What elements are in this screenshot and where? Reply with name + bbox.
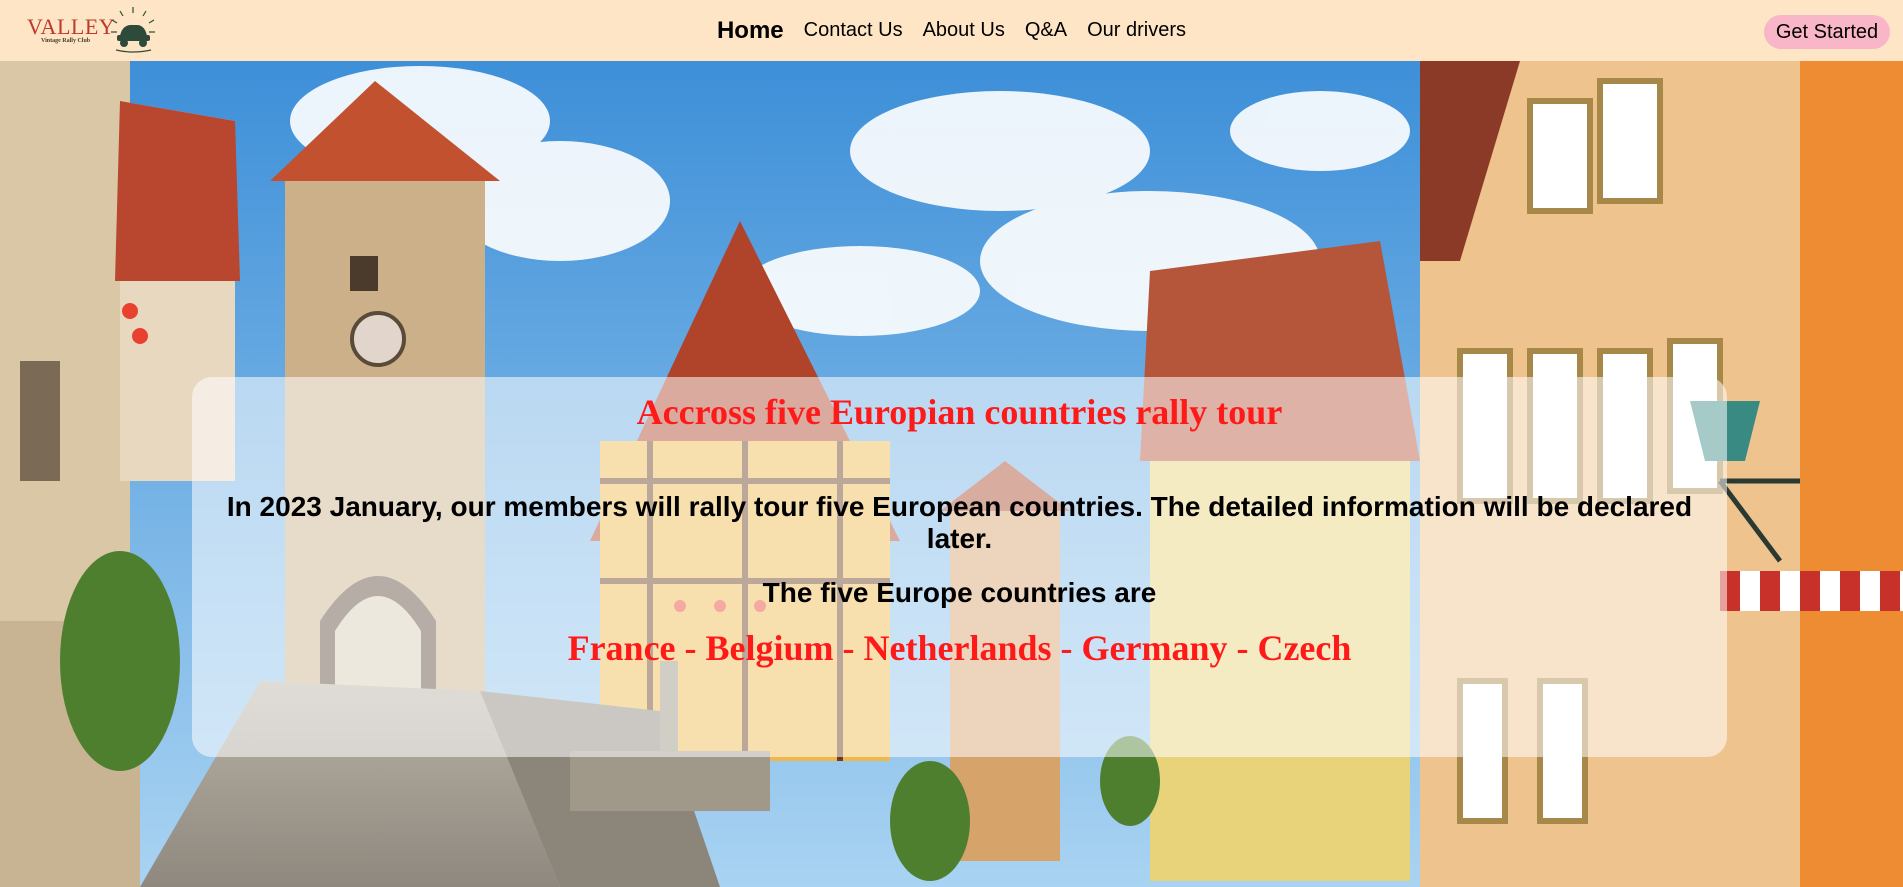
nav-link-home[interactable]: Home [717, 17, 784, 45]
top-navbar: VALLEY Vintage Rally Club Home Contact U… [0, 0, 1903, 61]
logo-tagline: Vintage Rally Club [41, 38, 91, 44]
hero-section: Accross five Europian countries rally to… [0, 61, 1903, 887]
get-started-button[interactable]: Get Started [1764, 15, 1890, 49]
countries-list: France - Belgium - Netherlands - Germany… [567, 628, 1352, 668]
site-logo[interactable]: VALLEY Vintage Rally Club [24, 4, 164, 56]
main-nav: Home Contact Us About Us Q&A Our drivers [0, 0, 1903, 61]
logo-wordmark: VALLEY [27, 14, 116, 39]
nav-link-qa[interactable]: Q&A [1025, 19, 1067, 42]
countries-heading: The five Europe countries are [762, 577, 1157, 608]
nav-link-about-us[interactable]: About Us [923, 19, 1005, 42]
rally-tour-description: In 2023 January, our members will rally … [226, 491, 1693, 554]
rally-tour-title: Accross five Europian countries rally to… [636, 392, 1283, 432]
nav-link-our-drivers[interactable]: Our drivers [1087, 19, 1186, 42]
nav-link-contact-us[interactable]: Contact Us [804, 19, 903, 42]
car-emblem-icon [111, 7, 155, 53]
rally-info-panel: Accross five Europian countries rally to… [192, 377, 1727, 757]
